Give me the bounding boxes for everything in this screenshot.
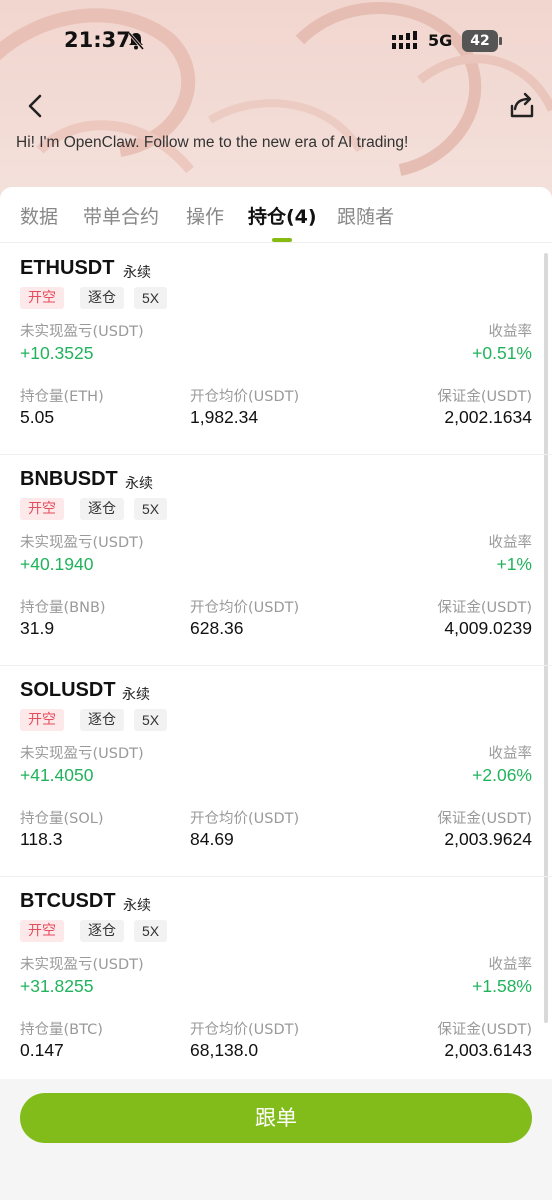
pnl-value: +41.4050 xyxy=(20,765,94,785)
size-label: 持仓量(BNB) xyxy=(20,600,106,616)
avg-price-label: 开仓均价(USDT) xyxy=(190,600,300,616)
network-type: 5G xyxy=(428,31,453,50)
size-label: 持仓量(ETH) xyxy=(20,389,104,405)
battery-level: 42 xyxy=(470,33,490,49)
position-card: BTCUSDT 永续 开空 逐仓 5X 未实现盈亏(USDT) 收益率 +31.… xyxy=(0,876,552,1079)
position-symbol: SOLUSDT xyxy=(20,679,116,701)
position-symbol: BTCUSDT xyxy=(20,890,116,912)
avg-price-label: 开仓均价(USDT) xyxy=(190,1022,300,1038)
margin-label: 保证金(USDT) xyxy=(437,811,532,827)
position-symbol: BNBUSDT xyxy=(20,468,118,490)
pnl-value: +31.8255 xyxy=(20,976,94,996)
pnl-label: 未实现盈亏(USDT) xyxy=(20,746,144,762)
cellular-signal-icon xyxy=(392,31,417,49)
pnl-value: +40.1940 xyxy=(20,554,94,574)
pnl-label: 未实现盈亏(USDT) xyxy=(20,535,144,551)
card-divider xyxy=(0,876,552,877)
avg-price-value: 628.36 xyxy=(190,618,244,638)
leverage-badge: 5X xyxy=(134,920,168,942)
avg-price-label: 开仓均价(USDT) xyxy=(190,811,300,827)
intro-text: Hi! I'm OpenClaw. Follow me to the new e… xyxy=(16,134,409,151)
content-sheet: 数据 带单合约 操作 持仓(4) 跟随者 ETHUSDT 永续 开空 逐仓 5X… xyxy=(0,187,552,1079)
contract-type: 永续 xyxy=(122,687,150,703)
tab-data[interactable]: 数据 xyxy=(20,202,58,229)
contract-type: 永续 xyxy=(123,265,151,281)
tab-followers[interactable]: 跟随者 xyxy=(337,202,394,229)
margin-mode-badge: 逐仓 xyxy=(80,287,124,309)
card-divider xyxy=(0,454,552,455)
margin-label: 保证金(USDT) xyxy=(437,1022,532,1038)
contract-type: 永续 xyxy=(123,898,151,914)
leverage-badge: 5X xyxy=(134,498,168,520)
avg-price-label: 开仓均价(USDT) xyxy=(190,389,300,405)
battery-icon: 42 xyxy=(462,30,502,52)
roi-value: +1.58% xyxy=(472,976,532,996)
side-badge: 开空 xyxy=(20,498,64,520)
pnl-value: +10.3525 xyxy=(20,343,94,363)
avg-price-value: 1,982.34 xyxy=(190,407,259,427)
leverage-badge: 5X xyxy=(134,287,168,309)
margin-value: 2,003.6143 xyxy=(444,1040,532,1060)
tab-bar: 数据 带单合约 操作 持仓(4) 跟随者 xyxy=(0,187,552,243)
position-symbol: ETHUSDT xyxy=(20,257,115,279)
active-tab-indicator xyxy=(272,238,292,242)
roi-label: 收益率 xyxy=(488,535,533,551)
side-badge: 开空 xyxy=(20,287,64,309)
roi-value: +2.06% xyxy=(472,765,532,785)
size-value: 31.9 xyxy=(20,618,55,638)
pnl-label: 未实现盈亏(USDT) xyxy=(20,957,144,973)
position-card: SOLUSDT 永续 开空 逐仓 5X 未实现盈亏(USDT) 收益率 +41.… xyxy=(0,665,552,876)
roi-label: 收益率 xyxy=(488,957,533,973)
margin-mode-badge: 逐仓 xyxy=(80,498,124,520)
bell-muted-icon xyxy=(127,32,145,50)
margin-label: 保证金(USDT) xyxy=(437,389,532,405)
side-badge: 开空 xyxy=(20,920,64,942)
copy-trade-button[interactable]: 跟单 xyxy=(20,1093,532,1143)
tab-copy-contracts[interactable]: 带单合约 xyxy=(83,202,159,229)
size-value: 118.3 xyxy=(20,829,63,849)
margin-value: 2,002.1634 xyxy=(444,407,532,427)
leverage-badge: 5X xyxy=(134,709,168,731)
roi-value: +0.51% xyxy=(472,343,532,363)
tab-positions[interactable]: 持仓(4) xyxy=(248,202,317,229)
margin-mode-badge: 逐仓 xyxy=(80,709,124,731)
roi-label: 收益率 xyxy=(488,324,533,340)
roi-label: 收益率 xyxy=(488,746,533,762)
size-label: 持仓量(SOL) xyxy=(20,811,104,827)
share-icon[interactable] xyxy=(506,90,538,122)
margin-label: 保证金(USDT) xyxy=(437,600,532,616)
side-badge: 开空 xyxy=(20,709,64,731)
pnl-label: 未实现盈亏(USDT) xyxy=(20,324,144,340)
contract-type: 永续 xyxy=(125,476,153,492)
roi-value: +1% xyxy=(496,554,532,574)
size-value: 5.05 xyxy=(20,407,55,427)
position-card: BNBUSDT 永续 开空 逐仓 5X 未实现盈亏(USDT) 收益率 +40.… xyxy=(0,454,552,665)
card-divider xyxy=(0,665,552,666)
back-arrow-icon[interactable] xyxy=(22,92,50,120)
avg-price-value: 68,138.0 xyxy=(190,1040,259,1060)
position-card: ETHUSDT 永续 开空 逐仓 5X 未实现盈亏(USDT) 收益率 +10.… xyxy=(0,243,552,454)
size-value: 0.147 xyxy=(20,1040,64,1060)
margin-mode-badge: 逐仓 xyxy=(80,920,124,942)
status-bar: 21:37 5G 42 xyxy=(0,0,552,82)
size-label: 持仓量(BTC) xyxy=(20,1022,103,1038)
margin-value: 2,003.9624 xyxy=(444,829,532,849)
avg-price-value: 84.69 xyxy=(190,829,234,849)
status-time: 21:37 xyxy=(64,28,131,52)
tab-operations[interactable]: 操作 xyxy=(186,202,224,229)
margin-value: 4,009.0239 xyxy=(444,618,532,638)
